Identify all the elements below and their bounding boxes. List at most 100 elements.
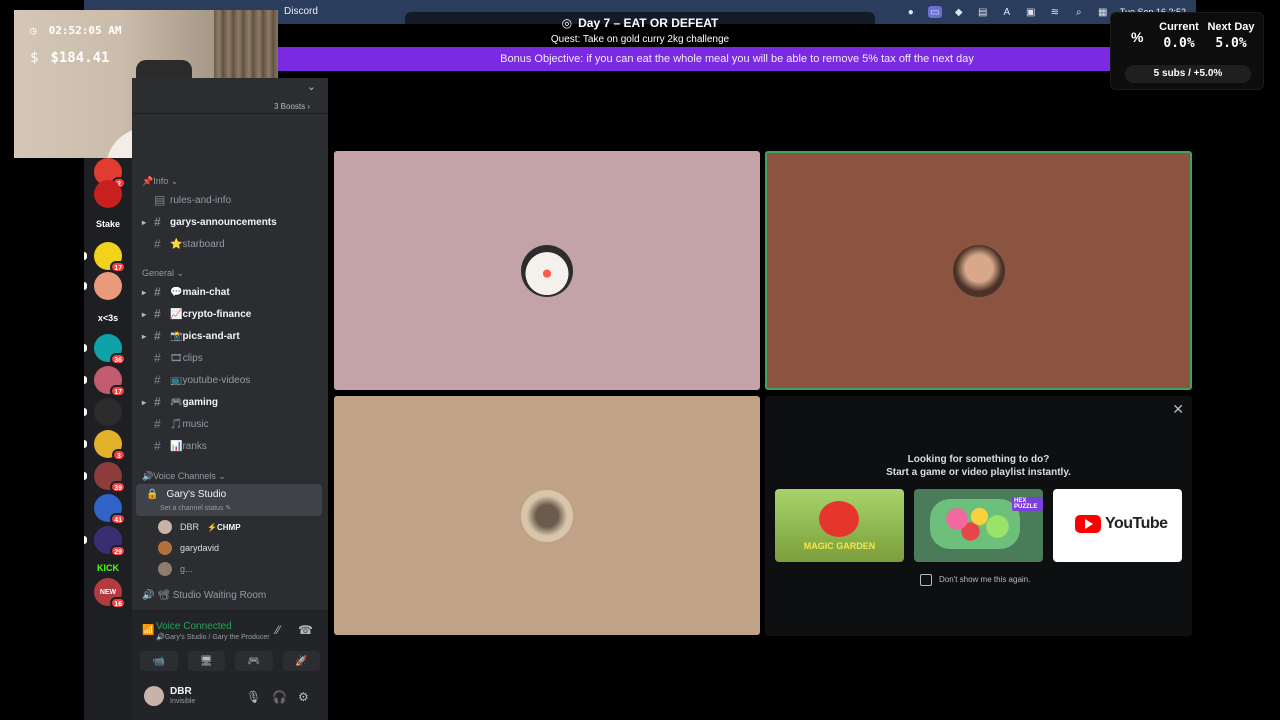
current-stat: Current 0.0% [1155, 21, 1203, 51]
signal-icon[interactable]: 📶 [142, 625, 154, 636]
user-name[interactable]: DBR [170, 686, 192, 697]
server-icon[interactable]: Stake [94, 210, 122, 238]
wifi-icon[interactable]: ≋ [1048, 6, 1062, 18]
category-general[interactable]: General ⌄ [142, 268, 184, 279]
activity-button[interactable]: 🎮 [235, 651, 273, 671]
server-header[interactable]: ⌄ 3 Boosts › [132, 78, 328, 114]
server-badge: 16 [110, 597, 126, 609]
lock-icon: 🔒 [146, 489, 159, 500]
voice-connected-title[interactable]: Voice Connected [156, 621, 232, 632]
keyboard-icon[interactable]: ▤ [976, 6, 990, 18]
shield-icon[interactable]: ◆ [952, 6, 966, 18]
server-icon[interactable]: 17 [94, 366, 126, 397]
server-icon[interactable]: x<3s [94, 304, 122, 332]
screen-share-button[interactable]: 🖥 [187, 651, 225, 671]
activity-card-hex-puzzle[interactable]: HEX PUZZLE [914, 489, 1043, 562]
server-icon[interactable]: 3 [94, 430, 126, 461]
server-icon[interactable] [94, 272, 122, 300]
record-icon[interactable]: ● [904, 6, 918, 18]
voice-channel-status[interactable]: Set a channel status ✎ [160, 504, 231, 512]
disconnect-icon[interactable]: ☎ [298, 623, 313, 637]
voice-channel-waiting-room[interactable]: 🔊 📽 Studio Waiting Room [142, 585, 322, 605]
channel-item[interactable]: ▸ # 📈crypto-finance [142, 304, 322, 324]
channel-item[interactable]: # 📊ranks [142, 436, 322, 456]
unread-pill [84, 282, 87, 290]
server-icon[interactable]: 41 [94, 494, 126, 525]
voice-connected-subtitle[interactable]: 🔊Gary's Studio / Gary the Producer [156, 633, 270, 641]
soundboard-button[interactable]: 🚀 [282, 651, 320, 671]
subs-pill: 5 subs / +5.0% [1125, 65, 1251, 83]
server-icon[interactable] [94, 180, 122, 208]
avatar [158, 541, 172, 555]
close-icon[interactable]: ✕ [1172, 401, 1184, 418]
input-source-icon[interactable]: A [1000, 6, 1014, 18]
menu-app-title[interactable]: Discord [284, 6, 318, 17]
user-tag: ⚡CHMP [207, 522, 241, 532]
gear-icon[interactable]: ⚙ [298, 690, 309, 704]
noise-suppression-icon[interactable]: ⁄⁄ [276, 623, 280, 637]
search-icon[interactable]: ⌕ [1072, 6, 1086, 18]
percent-icon: % [1131, 29, 1144, 45]
category-voice[interactable]: 🔊Voice Channels ⌄ [142, 471, 226, 482]
chevron-down-icon[interactable]: ⌄ [307, 80, 316, 93]
clock-time: 02:52:05 AM [48, 24, 122, 37]
target-icon: ◎ [561, 16, 573, 30]
server-icon[interactable]: 17 [94, 242, 126, 273]
video-tile-clown[interactable] [334, 151, 760, 390]
channel-item[interactable]: ▤ rules-and-info [142, 190, 322, 210]
voice-user[interactable]: DBR ⚡CHMP [158, 518, 241, 536]
channel-item[interactable]: # 🎵music [142, 414, 322, 434]
microphone-icon[interactable]: 🎙 [246, 690, 261, 704]
strawberry-icon [819, 501, 859, 537]
avatar [158, 520, 172, 534]
dollar-icon: $ [30, 50, 39, 66]
voice-user[interactable]: g... [158, 560, 193, 578]
hash-icon: # [154, 417, 161, 431]
channel-item[interactable]: ▸ # garys-announcements [142, 212, 322, 232]
hash-icon: # [154, 439, 161, 453]
next-day-stat: Next Day 5.0% [1203, 21, 1259, 51]
display-icon[interactable]: ▣ [1024, 6, 1038, 18]
stream-title-text: Day 7 – EAT OR DEFEAT [578, 16, 719, 30]
channel-item[interactable]: # 🎞clips [142, 348, 322, 368]
dont-show-checkbox[interactable] [920, 574, 932, 586]
voice-channel-garys-studio[interactable]: 🔒 Gary's Studio Set a channel status ✎ [136, 484, 322, 516]
server-badge: 17 [110, 261, 126, 273]
dont-show-label[interactable]: Don't show me this again. [939, 575, 1030, 584]
next-day-value: 5.0% [1215, 36, 1247, 51]
hash-icon: ▤ [154, 193, 166, 207]
video-tile-garydavid[interactable] [765, 151, 1192, 390]
channel-item[interactable]: # 📺youtube-videos [142, 370, 322, 390]
hash-icon: # [154, 395, 161, 409]
server-icon[interactable]: 39 [94, 462, 126, 493]
user-panel: DBR Invisible 🎙 🎧 ⚙ [132, 676, 328, 720]
category-info[interactable]: 📌Info ⌄ [142, 176, 178, 187]
clock-icon: ◷ [30, 24, 37, 37]
channel-item[interactable]: ▸ # 📸pics-and-art [142, 326, 322, 346]
voice-action-row: 📹 🖥 🎮 🚀 [140, 651, 320, 671]
headset-icon[interactable]: 🎧 [272, 690, 287, 704]
user-status: Invisible [170, 698, 196, 705]
activity-heading: Looking for something to do? [907, 454, 1050, 465]
server-icon[interactable]: 36 [94, 334, 126, 365]
avatar[interactable] [144, 686, 164, 706]
server-icon[interactable]: 29 [94, 526, 126, 557]
video-tile-dog[interactable] [334, 396, 760, 635]
screen-share-icon[interactable]: ▭ [927, 6, 942, 18]
channel-item[interactable]: ▸ # 🎮gaming [142, 392, 322, 412]
voice-user[interactable]: garydavid [158, 539, 219, 557]
camera-button[interactable]: 📹 [140, 651, 178, 671]
boosts-link[interactable]: 3 Boosts › [274, 102, 310, 111]
server-icon[interactable] [94, 398, 122, 426]
activity-subheading: Start a game or video playlist instantly… [886, 467, 1071, 478]
channel-item[interactable]: # ⭐starboard [142, 234, 322, 254]
activity-card-magic-garden[interactable]: MAGIC GARDEN [775, 489, 904, 562]
server-icon[interactable]: NEW 16 [94, 578, 126, 609]
activity-suggestion-panel: ✕ Looking for something to do? Start a g… [765, 396, 1192, 636]
channel-item[interactable]: ▸ # 💬main-chat [142, 282, 322, 302]
card-label: YouTube [1105, 515, 1168, 532]
activity-card-youtube[interactable]: YouTube [1053, 489, 1182, 562]
bonus-objective-text: Bonus Objective: if you can eat the whol… [500, 53, 974, 65]
control-center-icon[interactable]: ▦ [1096, 6, 1110, 18]
hex-cluster-icon [930, 499, 1020, 549]
